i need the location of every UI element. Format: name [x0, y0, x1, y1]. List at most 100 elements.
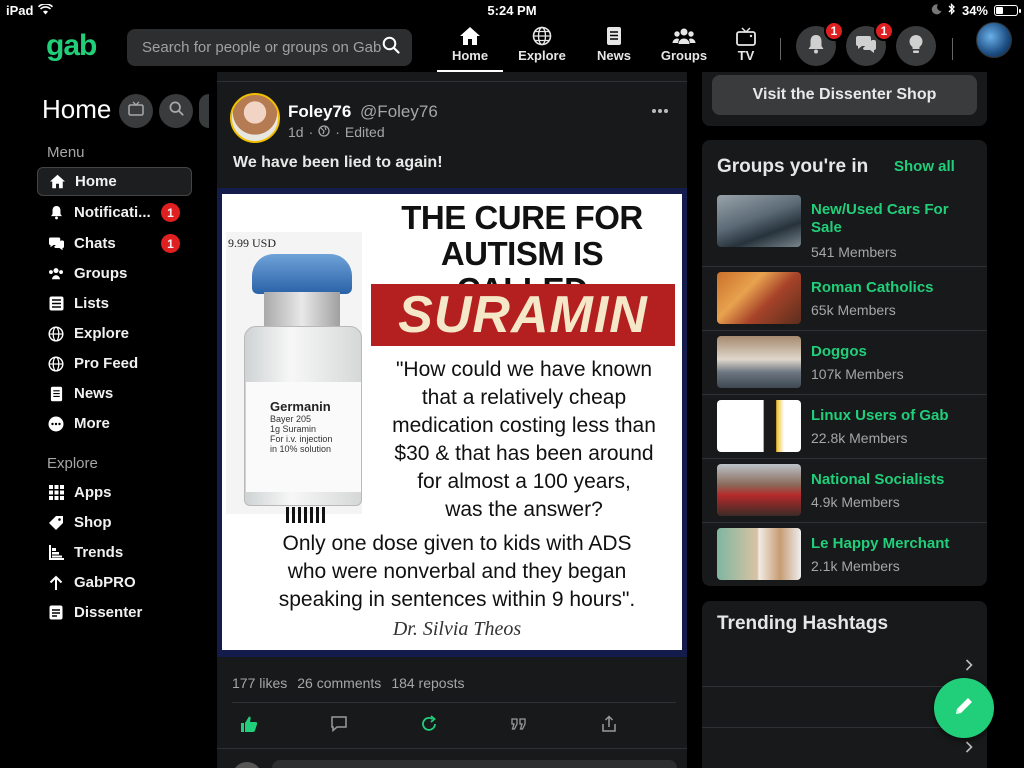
search-bar[interactable] — [127, 29, 412, 66]
group-name[interactable]: Linux Users of Gab — [811, 407, 971, 425]
post-author-name[interactable]: Foley76 — [288, 102, 351, 121]
divider — [217, 748, 687, 749]
post-author-avatar[interactable] — [230, 93, 280, 143]
group-name[interactable]: National Socialists — [811, 471, 971, 489]
group-name[interactable]: Doggos — [811, 343, 971, 361]
thumbs-up-icon — [240, 715, 258, 738]
more-tools-button[interactable] — [199, 94, 209, 128]
post-time[interactable]: 1d — [288, 124, 304, 140]
top-navigation: gab Home Explore News Groups TV — [0, 21, 1024, 72]
comments-count[interactable]: 26 comments — [297, 675, 381, 691]
reply-input[interactable] — [272, 760, 677, 768]
sidebar-item-notifications[interactable]: Notificati... 1 — [37, 198, 192, 227]
chats-button[interactable]: 1 — [846, 21, 894, 66]
sidebar-item-news[interactable]: News — [37, 379, 192, 408]
group-thumbnail — [717, 195, 801, 247]
globe-icon — [532, 24, 552, 48]
group-members: 541 Members — [811, 244, 897, 260]
nav-tab-tv[interactable]: TV — [730, 24, 762, 72]
post-author-handle[interactable]: @Foley76 — [360, 102, 438, 121]
sidebar-item-home[interactable]: Home — [37, 167, 192, 196]
chats-badge: 1 — [161, 234, 180, 253]
list-icon — [47, 295, 65, 313]
like-button[interactable] — [232, 714, 266, 738]
post-edited[interactable]: Edited — [345, 124, 385, 140]
sidebar-search-button[interactable] — [159, 94, 193, 128]
reposts-count[interactable]: 184 reposts — [391, 675, 464, 691]
comment-icon — [330, 715, 348, 738]
vial-price: 9.99 USD — [228, 236, 277, 250]
groups-show-all-link[interactable]: Show all — [894, 158, 955, 175]
gab-logo[interactable]: gab — [46, 29, 97, 63]
group-members: 65k Members — [811, 302, 896, 318]
repost-button[interactable] — [412, 714, 446, 738]
post-text: We have been lied to again! — [233, 154, 443, 171]
nav-tab-home[interactable]: Home — [437, 24, 503, 72]
image-quote-continued: Only one dose given to kids with ADS who… — [278, 532, 636, 611]
group-name[interactable]: Le Happy Merchant — [811, 535, 971, 553]
sidebar-item-more[interactable]: More — [37, 409, 192, 438]
group-item[interactable]: National Socialists 4.9k Members — [702, 459, 987, 523]
nav-tab-news[interactable]: News — [590, 24, 638, 72]
group-item[interactable]: Le Happy Merchant 2.1k Members — [702, 523, 987, 586]
sidebar-item-shop[interactable]: Shop — [37, 508, 192, 537]
profile-avatar[interactable] — [976, 22, 1012, 58]
nav-tab-explore[interactable]: Explore — [514, 24, 570, 72]
group-item[interactable]: Roman Catholics 65k Members — [702, 267, 987, 331]
share-icon — [600, 714, 618, 738]
sidebar-item-groups[interactable]: Groups — [37, 259, 192, 288]
sidebar-item-dissenter[interactable]: Dissenter — [37, 598, 192, 627]
post-meta: 1d · · Edited — [288, 124, 385, 140]
home-icon — [459, 24, 481, 48]
trending-item[interactable] — [702, 728, 987, 768]
bluetooth-icon — [948, 2, 956, 18]
tv-icon — [736, 24, 756, 48]
nav-divider — [952, 38, 953, 60]
image-quote-author: Dr. Silvia Theos — [392, 618, 522, 640]
left-sidebar: Home Menu Home Notificati... 1 Chats 1 G… — [0, 72, 209, 768]
sidebar-item-trends[interactable]: Trends — [37, 538, 192, 567]
group-name[interactable]: New/Used Cars For Sale — [811, 201, 971, 237]
group-name[interactable]: Roman Catholics — [811, 279, 971, 297]
sidebar-item-apps[interactable]: Apps — [37, 478, 192, 507]
visit-shop-button[interactable]: Visit the Dissenter Shop — [712, 75, 977, 115]
search-icon[interactable] — [382, 36, 400, 59]
search-input[interactable] — [142, 39, 382, 56]
bell-icon — [47, 204, 65, 222]
post-image[interactable]: 9.99 USD Germanin Bayer 205 1g Suramin F… — [217, 188, 687, 657]
explore-section-label: Explore — [47, 455, 98, 472]
visibility-icon — [318, 124, 330, 140]
group-item[interactable]: Doggos 107k Members — [702, 331, 987, 395]
nav-tab-groups[interactable]: Groups — [657, 24, 711, 72]
quote-button[interactable] — [502, 714, 536, 738]
comment-button[interactable] — [322, 714, 356, 738]
sidebar-item-lists[interactable]: Lists — [37, 289, 192, 318]
quote-icon — [510, 715, 528, 738]
feed-divider — [217, 72, 687, 82]
document-icon — [47, 385, 65, 403]
compose-button[interactable] — [934, 678, 994, 738]
notifications-button[interactable]: 1 — [796, 21, 844, 66]
sidebar-item-chats[interactable]: Chats 1 — [37, 229, 192, 258]
moon-icon — [931, 3, 942, 18]
feed-settings-button[interactable] — [119, 94, 153, 128]
post-options-button[interactable] — [651, 98, 669, 119]
post-author[interactable]: Foley76 @Foley76 — [288, 102, 438, 122]
search-icon — [169, 101, 184, 121]
display-options-button[interactable] — [896, 26, 936, 66]
feed: Foley76 @Foley76 1d · · Edited We have b… — [217, 72, 687, 768]
groups-icon — [672, 24, 696, 48]
post-image-content: 9.99 USD Germanin Bayer 205 1g Suramin F… — [222, 194, 682, 650]
likes-count[interactable]: 177 likes — [232, 675, 287, 691]
sidebar-item-explore[interactable]: Explore — [37, 319, 192, 348]
tv-icon — [128, 101, 144, 121]
group-item[interactable]: Linux Users of Gab 22.8k Members — [702, 395, 987, 459]
trends-icon — [47, 544, 65, 562]
sidebar-item-pro-feed[interactable]: Pro Feed — [37, 349, 192, 378]
trending-item[interactable] — [702, 646, 987, 687]
tag-icon — [47, 514, 65, 532]
group-item[interactable]: New/Used Cars For Sale 541 Members — [702, 186, 987, 267]
share-button[interactable] — [592, 714, 626, 738]
post-stats: 177 likes 26 comments 184 reposts — [232, 675, 464, 691]
sidebar-item-gabpro[interactable]: GabPRO — [37, 568, 192, 597]
